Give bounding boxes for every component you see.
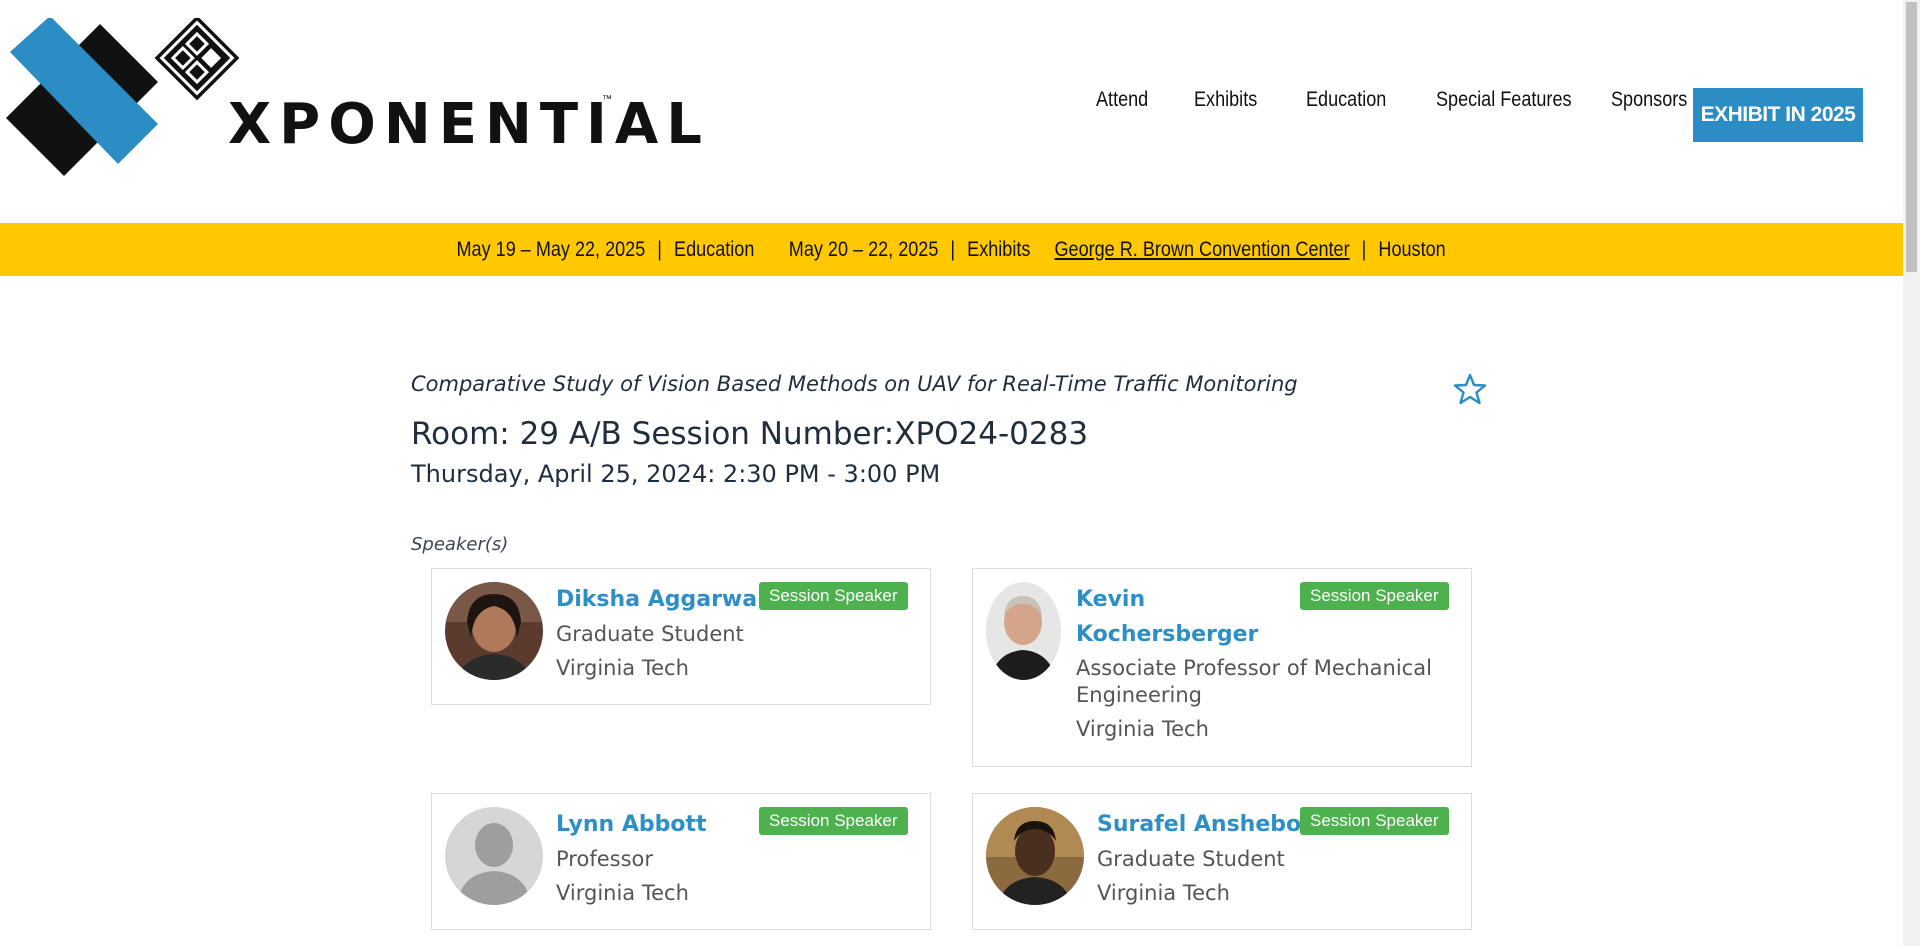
speaker-name-line1[interactable]: Kevin	[1076, 582, 1145, 617]
speaker-org: Virginia Tech	[1076, 717, 1209, 741]
session-speaker-badge: Session Speaker	[1300, 807, 1449, 835]
exhibit-dates: May 20 – 22, 2025	[789, 237, 939, 261]
speaker-role: Graduate Student	[556, 622, 744, 646]
room-session-number: Room: 29 A/B Session Number:XPO24-0283	[411, 416, 1089, 452]
speaker-org: Virginia Tech	[1097, 881, 1230, 905]
session-datetime: Thursday, April 25, 2024: 2:30 PM - 3:00…	[411, 460, 941, 488]
speaker-role-line2: Engineering	[1076, 683, 1202, 707]
nav-exhibits[interactable]: Exhibits	[1194, 88, 1257, 112]
star-outline-icon[interactable]	[1453, 372, 1487, 406]
speaker-card[interactable]: Kevin Kochersberger Session Speaker Asso…	[972, 568, 1472, 767]
city-label: Houston	[1378, 237, 1447, 261]
avatar-placeholder[interactable]	[445, 807, 543, 905]
user-silhouette-icon	[445, 807, 543, 905]
avatar[interactable]	[986, 582, 1061, 680]
x-mark-icon	[6, 15, 240, 176]
scrollbar-thumb[interactable]	[1906, 2, 1917, 272]
speaker-role-line1: Associate Professor of Mechanical	[1076, 656, 1432, 680]
session-speaker-badge: Session Speaker	[759, 807, 908, 835]
nav-attend[interactable]: Attend	[1096, 88, 1148, 112]
speaker-name[interactable]: Lynn Abbott	[556, 807, 707, 842]
education-label: Education	[674, 237, 755, 261]
speaker-card[interactable]: Surafel Anshebo Session Speaker Graduate…	[972, 793, 1472, 930]
speaker-name[interactable]: Diksha Aggarwal	[556, 582, 765, 617]
venue-link[interactable]: George R. Brown Convention Center	[1055, 238, 1350, 262]
session-speaker-badge: Session Speaker	[759, 582, 908, 610]
separator: |	[657, 237, 663, 261]
speaker-role: Professor	[556, 847, 653, 871]
speaker-name[interactable]: Surafel Anshebo	[1097, 807, 1301, 842]
separator: |	[1362, 237, 1367, 261]
speaker-role: Graduate Student	[1097, 847, 1285, 871]
logo-wordmark: XPONENTIAL	[228, 92, 710, 157]
site-header: XPONENTIAL ™ Attend Exhibits Education S…	[0, 0, 1903, 223]
main-nav: Attend Exhibits Education Special Featur…	[1096, 88, 1689, 112]
speaker-org: Virginia Tech	[556, 881, 689, 905]
education-dates: May 19 – May 22, 2025	[456, 237, 646, 261]
vertical-scrollbar[interactable]	[1903, 0, 1920, 946]
exhibits-label: Exhibits	[967, 237, 1031, 261]
speaker-org: Virginia Tech	[556, 656, 689, 680]
xponential-logo[interactable]: XPONENTIAL ™	[0, 15, 702, 178]
speakers-heading: Speaker(s)	[411, 534, 509, 555]
speaker-name-line2[interactable]: Kochersberger	[1076, 617, 1258, 652]
separator: |	[950, 237, 956, 261]
session-speaker-badge: Session Speaker	[1300, 582, 1449, 610]
nav-sponsors[interactable]: Sponsors	[1611, 88, 1687, 112]
speaker-card[interactable]: Diksha Aggarwal Session Speaker Graduate…	[431, 568, 931, 705]
nav-special-features[interactable]: Special Features	[1436, 88, 1572, 112]
exhibit-cta-button[interactable]: EXHIBIT IN 2025	[1693, 88, 1863, 142]
event-info-bar: May 19 – May 22, 2025 | Education May 20…	[0, 223, 1903, 276]
nav-education[interactable]: Education	[1306, 88, 1386, 112]
speaker-card[interactable]: Lynn Abbott Session Speaker Professor Vi…	[431, 793, 931, 930]
trademark-symbol: ™	[602, 94, 612, 105]
avatar[interactable]	[986, 807, 1084, 905]
session-title: Comparative Study of Vision Based Method…	[411, 372, 1298, 396]
avatar[interactable]	[445, 582, 543, 680]
